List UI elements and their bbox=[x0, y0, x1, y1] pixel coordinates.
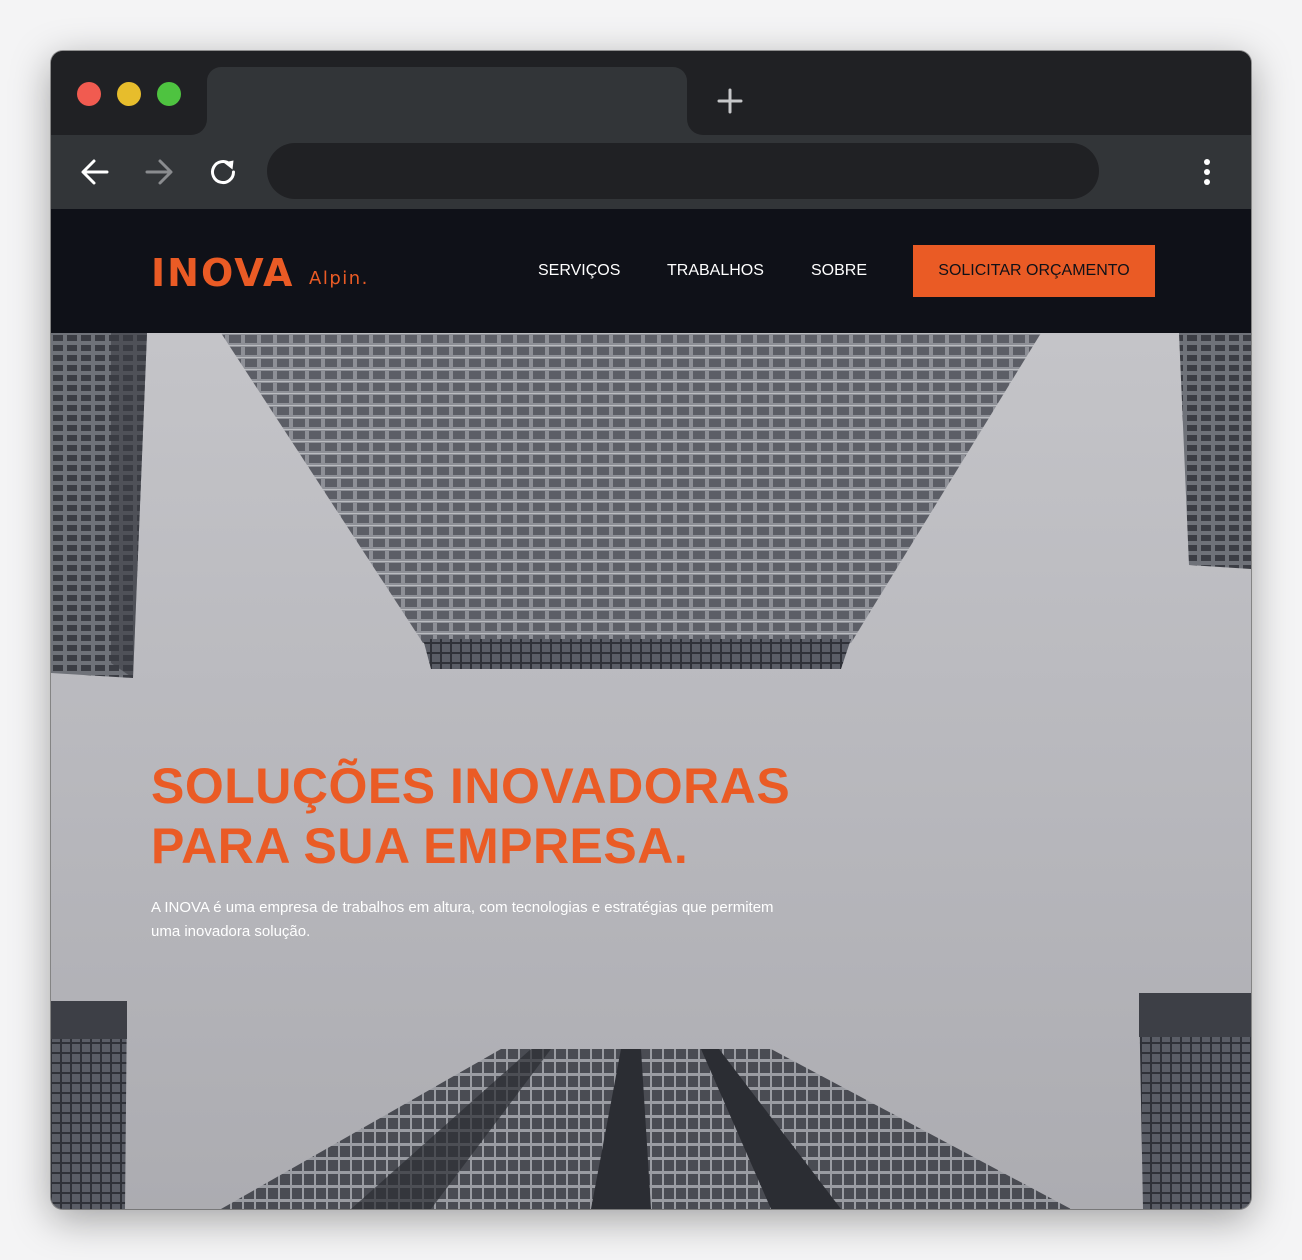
browser-window: INOVA Alpin. SERVIÇOS TRABALHOS SOBRE SO… bbox=[51, 51, 1251, 1209]
minimize-window-button[interactable] bbox=[117, 82, 141, 106]
arrow-right-icon[interactable] bbox=[141, 154, 177, 190]
request-quote-button[interactable]: SOLICITAR ORÇAMENTO bbox=[913, 245, 1155, 297]
nav-servicos-link[interactable]: SERVIÇOS bbox=[538, 261, 620, 281]
address-bar[interactable] bbox=[267, 143, 1099, 199]
close-window-button[interactable] bbox=[77, 82, 101, 106]
site-header: INOVA Alpin. SERVIÇOS TRABALHOS SOBRE SO… bbox=[51, 209, 1251, 333]
hero-title-line-1: SOLUÇÕES INOVADORAS bbox=[151, 758, 791, 814]
reload-icon[interactable] bbox=[205, 154, 241, 190]
browser-toolbar bbox=[51, 135, 1251, 209]
arrow-left-icon[interactable] bbox=[77, 154, 113, 190]
logo-wordmark: INOVA bbox=[151, 251, 295, 295]
tab-bar bbox=[51, 51, 1251, 135]
maximize-window-button[interactable] bbox=[157, 82, 181, 106]
hero-title: SOLUÇÕES INOVADORAS PARA SUA EMPRESA. bbox=[151, 756, 871, 876]
hero-section: SOLUÇÕES INOVADORAS PARA SUA EMPRESA. A … bbox=[51, 333, 1251, 1209]
active-tab[interactable] bbox=[191, 67, 703, 135]
nav-trabalhos-link[interactable]: TRABALHOS bbox=[667, 261, 764, 281]
hero-description: A INOVA é uma empresa de trabalhos em al… bbox=[151, 899, 774, 940]
nav-sobre-link[interactable]: SOBRE bbox=[811, 261, 867, 281]
kebab-menu-icon[interactable] bbox=[1195, 154, 1219, 190]
hero-title-line-2: PARA SUA EMPRESA. bbox=[151, 818, 689, 874]
logo-subtitle: Alpin. bbox=[309, 268, 369, 289]
plus-icon[interactable] bbox=[716, 87, 744, 115]
web-page: INOVA Alpin. SERVIÇOS TRABALHOS SOBRE SO… bbox=[51, 209, 1251, 1209]
